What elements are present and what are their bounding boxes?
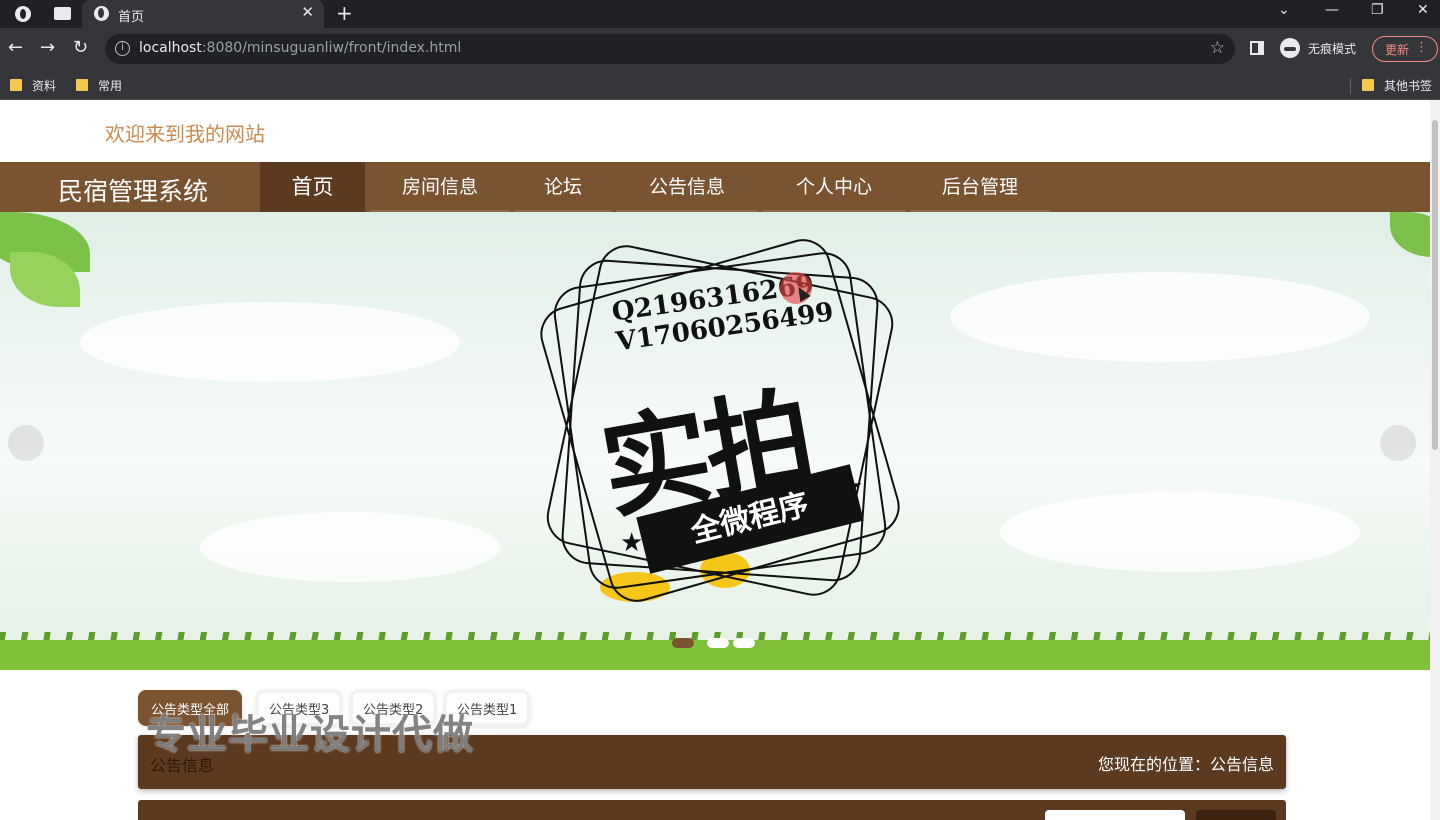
folder-icon — [1362, 79, 1374, 91]
welcome-text: 欢迎来到我的网站 — [105, 122, 265, 146]
watermark-stamp: Q2196316269 V17060256499 实拍 全微程序 ★ ★ — [525, 228, 915, 613]
bookmarks-divider — [1350, 78, 1351, 94]
banner-cloud — [80, 302, 460, 382]
site-info-icon[interactable]: i — [115, 41, 130, 56]
window-minimize-button[interactable]: — — [1325, 2, 1339, 18]
reload-button[interactable]: ↻ — [73, 37, 88, 58]
page-scrollbar[interactable] — [1430, 100, 1440, 820]
star-icon: ★ — [840, 472, 864, 502]
back-button[interactable]: ← — [8, 37, 23, 58]
globe-icon[interactable] — [15, 6, 31, 22]
carousel-dot-1[interactable] — [672, 638, 694, 648]
browser-tab-strip: 首页 ✕ + ⌄ — ❐ ✕ — [0, 0, 1440, 28]
site-brand: 民宿管理系统 — [58, 177, 209, 206]
search-bar — [138, 800, 1286, 820]
bookmarks-bar: 资料 常用 其他书签 — [0, 70, 1440, 100]
browser-tab-home[interactable]: 首页 ✕ — [82, 0, 324, 28]
update-button[interactable]: 更新 ⋮ — [1372, 36, 1438, 62]
bookmark-label: 常用 — [98, 79, 123, 93]
folder-icon — [10, 79, 22, 91]
url-host: localhost — [139, 40, 202, 56]
incognito-icon — [1280, 38, 1300, 58]
bookmark-folder-ziliao[interactable]: 资料 — [10, 77, 70, 93]
nav-home[interactable]: 首页 — [260, 162, 365, 212]
forward-button[interactable]: → — [40, 37, 55, 58]
banner-cloud — [200, 512, 500, 582]
nav-personal-center[interactable]: 个人中心 — [762, 162, 906, 212]
tab-title: 首页 — [118, 10, 145, 25]
side-panel-icon[interactable] — [1250, 41, 1264, 55]
banner-cloud — [1000, 492, 1360, 572]
breadcrumb: 您现在的位置：公告信息 — [1097, 755, 1274, 774]
nav-room-info[interactable]: 房间信息 — [370, 162, 510, 212]
search-input[interactable] — [1045, 810, 1185, 820]
tab-close-icon[interactable]: ✕ — [301, 3, 314, 21]
more-menu-icon[interactable]: ⋮ — [1415, 40, 1428, 55]
other-bookmarks-label: 其他书签 — [1384, 79, 1433, 93]
tab-favicon-icon — [94, 6, 109, 21]
window-restore-button[interactable]: ❐ — [1371, 2, 1384, 18]
address-bar[interactable]: i localhost:8080/minsuguanliw/front/inde… — [105, 34, 1235, 64]
new-tab-button[interactable]: + — [336, 1, 353, 25]
web-page: 欢迎来到我的网站 民宿管理系统 首页 房间信息 论坛 公告信息 个人中心 后台管… — [0, 100, 1430, 820]
tab-search-icon[interactable] — [54, 7, 71, 20]
star-icon: ★ — [620, 528, 644, 558]
carousel-dot-3[interactable] — [733, 638, 755, 648]
banner-leaf — [1390, 212, 1430, 257]
bookmark-star-icon[interactable]: ☆ — [1210, 38, 1225, 58]
nav-admin[interactable]: 后台管理 — [910, 162, 1050, 212]
watermark-text: 专业毕业设计代做 — [146, 712, 474, 758]
carousel-prev-button[interactable] — [8, 425, 44, 461]
tab-list-chevron-icon[interactable]: ⌄ — [1278, 2, 1290, 18]
browser-toolbar: ← → ↻ i localhost:8080/minsuguanliw/fron… — [0, 28, 1440, 70]
bookmark-label: 资料 — [32, 79, 57, 93]
url-text[interactable]: localhost:8080/minsuguanliw/front/index.… — [139, 40, 461, 56]
nav-announcements[interactable]: 公告信息 — [616, 162, 758, 212]
incognito-label[interactable]: 无痕模式 — [1308, 40, 1356, 57]
other-bookmarks[interactable]: 其他书签 — [1362, 77, 1438, 93]
url-path: :8080/minsuguanliw/front/index.html — [201, 40, 462, 56]
carousel-next-button[interactable] — [1380, 425, 1416, 461]
main-navbar: 民宿管理系统 首页 房间信息 论坛 公告信息 个人中心 后台管理 — [0, 162, 1430, 212]
banner-cloud — [950, 272, 1370, 362]
search-button[interactable] — [1196, 810, 1276, 820]
update-label: 更新 — [1385, 43, 1410, 57]
carousel-dot-2[interactable] — [707, 638, 729, 648]
window-close-button[interactable]: ✕ — [1417, 2, 1429, 18]
folder-icon — [76, 79, 88, 91]
scrollbar-thumb[interactable] — [1432, 120, 1438, 450]
bookmark-folder-changyong[interactable]: 常用 — [76, 77, 136, 93]
nav-forum[interactable]: 论坛 — [514, 162, 612, 212]
